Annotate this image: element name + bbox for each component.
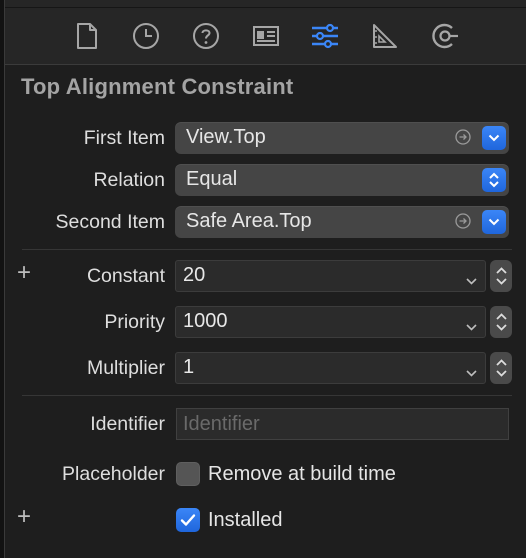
constant-stepper[interactable] bbox=[490, 260, 512, 292]
constant-value: 20 bbox=[183, 264, 206, 286]
first-item-popup[interactable]: View.Top bbox=[175, 122, 509, 154]
relation-value: Equal bbox=[186, 168, 238, 190]
multiplier-combo[interactable]: 1 bbox=[175, 352, 486, 384]
size-icon[interactable] bbox=[367, 18, 403, 54]
priority-value: 1000 bbox=[183, 310, 228, 332]
second-item-value: Safe Area.Top bbox=[186, 210, 312, 232]
multiplier-label: Multiplier bbox=[86, 357, 165, 379]
installed-label[interactable]: Installed bbox=[208, 509, 283, 532]
divider bbox=[22, 395, 512, 396]
connections-icon[interactable] bbox=[427, 18, 463, 54]
remove-at-build-time-label[interactable]: Remove at build time bbox=[208, 463, 396, 486]
second-item-label: Second Item bbox=[55, 211, 165, 233]
remove-at-build-time-checkbox[interactable] bbox=[176, 462, 200, 486]
history-icon[interactable] bbox=[128, 18, 164, 54]
window-edge bbox=[0, 0, 5, 558]
second-item-popup[interactable]: Safe Area.Top bbox=[175, 206, 509, 238]
placeholder-label: Placeholder bbox=[62, 463, 165, 485]
stepper-up-icon[interactable] bbox=[495, 313, 507, 320]
stepper-up-icon[interactable] bbox=[495, 359, 507, 366]
inspector-toolbar bbox=[5, 8, 526, 65]
relation-label: Relation bbox=[93, 169, 165, 191]
identifier-label: Identifier bbox=[90, 413, 165, 435]
relation-popup[interactable]: Equal bbox=[175, 164, 509, 196]
identity-icon[interactable] bbox=[248, 18, 284, 54]
help-icon[interactable] bbox=[188, 18, 224, 54]
chevron-down-icon[interactable] bbox=[482, 126, 506, 150]
navigate-arrow-icon[interactable] bbox=[455, 129, 471, 145]
priority-label: Priority bbox=[104, 311, 165, 333]
up-down-chevron-icon[interactable] bbox=[482, 168, 506, 192]
constant-combo[interactable]: 20 bbox=[175, 260, 486, 292]
chevron-down-icon[interactable] bbox=[466, 318, 477, 336]
file-icon[interactable] bbox=[69, 18, 105, 54]
priority-stepper[interactable] bbox=[490, 306, 512, 338]
priority-combo[interactable]: 1000 bbox=[175, 306, 486, 338]
divider bbox=[22, 249, 512, 250]
multiplier-value: 1 bbox=[183, 356, 195, 378]
stepper-down-icon[interactable] bbox=[495, 370, 507, 377]
first-item-label: First Item bbox=[83, 127, 165, 149]
add-variation-button[interactable]: + bbox=[17, 259, 31, 287]
identifier-input[interactable] bbox=[177, 409, 508, 439]
chevron-down-icon[interactable] bbox=[482, 210, 506, 234]
identifier-field[interactable] bbox=[176, 408, 509, 440]
top-edge bbox=[5, 0, 526, 8]
first-item-value: View.Top bbox=[186, 126, 266, 148]
stepper-down-icon[interactable] bbox=[495, 324, 507, 331]
section-title: Top Alignment Constraint bbox=[21, 74, 294, 99]
constant-label: Constant bbox=[86, 265, 165, 287]
multiplier-stepper[interactable] bbox=[490, 352, 512, 384]
stepper-down-icon[interactable] bbox=[495, 278, 507, 285]
checkmark-icon bbox=[180, 514, 196, 526]
navigate-arrow-icon[interactable] bbox=[455, 213, 471, 229]
installed-checkbox[interactable] bbox=[176, 508, 200, 532]
stepper-up-icon[interactable] bbox=[495, 267, 507, 274]
attributes-icon[interactable] bbox=[307, 18, 343, 54]
add-installed-variation-button[interactable]: + bbox=[17, 503, 31, 531]
chevron-down-icon[interactable] bbox=[466, 364, 477, 382]
chevron-down-icon[interactable] bbox=[466, 272, 477, 290]
